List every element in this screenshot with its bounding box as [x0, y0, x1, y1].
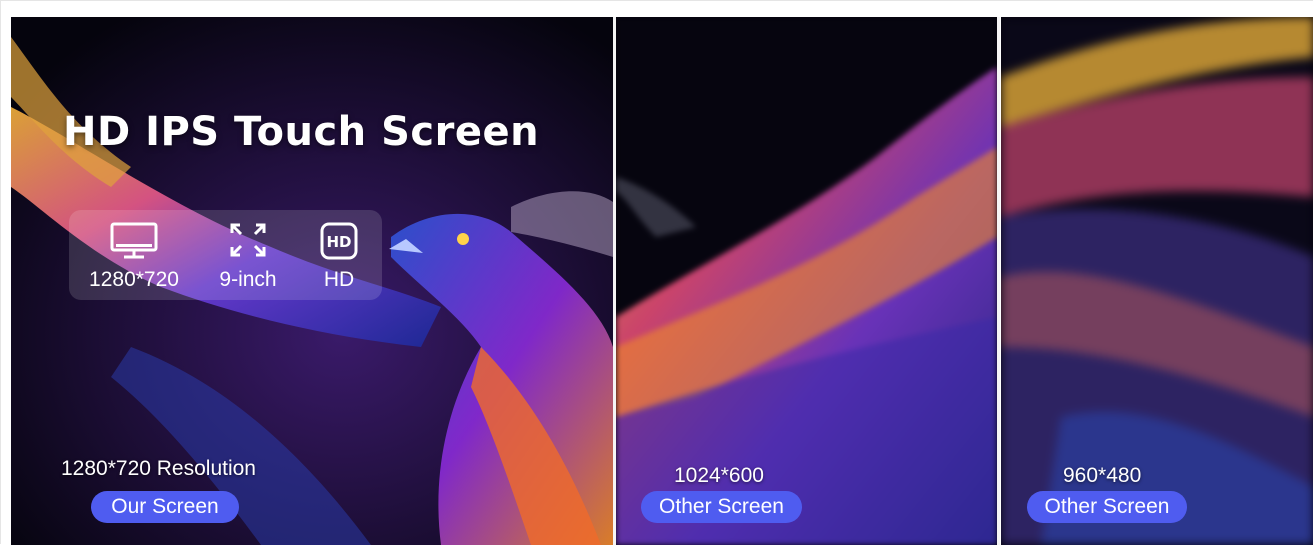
spec-size: 9-inch [201, 210, 295, 300]
bird-artwork-blurred [1001, 17, 1313, 545]
hd-icon: HD [320, 222, 358, 264]
our-screen-panel: HD IPS Touch Screen 1280*720 9-inch HD H… [11, 17, 613, 545]
resolution-label: 960*480 [1063, 464, 1142, 487]
other-screen-panel-2: 960*480 Other Screen [1001, 17, 1313, 545]
spec-label: 9-inch [219, 268, 277, 291]
spec-resolution: 1280*720 [79, 210, 189, 300]
resolution-label: 1024*600 [674, 464, 764, 487]
other-screen-badge: Other Screen [641, 491, 802, 523]
monitor-icon [110, 222, 158, 264]
spec-label: HD [323, 268, 355, 291]
panel-divider [997, 17, 1000, 545]
spec-hd: HD HD [309, 210, 369, 300]
resolution-label: 1280*720 Resolution [61, 457, 256, 480]
our-screen-badge: Our Screen [91, 491, 239, 523]
comparison-banner: HD IPS Touch Screen 1280*720 9-inch HD H… [0, 0, 1313, 545]
page-title: HD IPS Touch Screen [63, 109, 540, 155]
other-screen-badge: Other Screen [1027, 491, 1187, 523]
spec-panel: 1280*720 9-inch HD HD [69, 210, 382, 300]
expand-icon [229, 222, 267, 262]
other-screen-panel-1: 1024*600 Other Screen [616, 17, 997, 545]
spec-label: 1280*720 [89, 268, 179, 291]
svg-text:HD: HD [326, 233, 351, 251]
